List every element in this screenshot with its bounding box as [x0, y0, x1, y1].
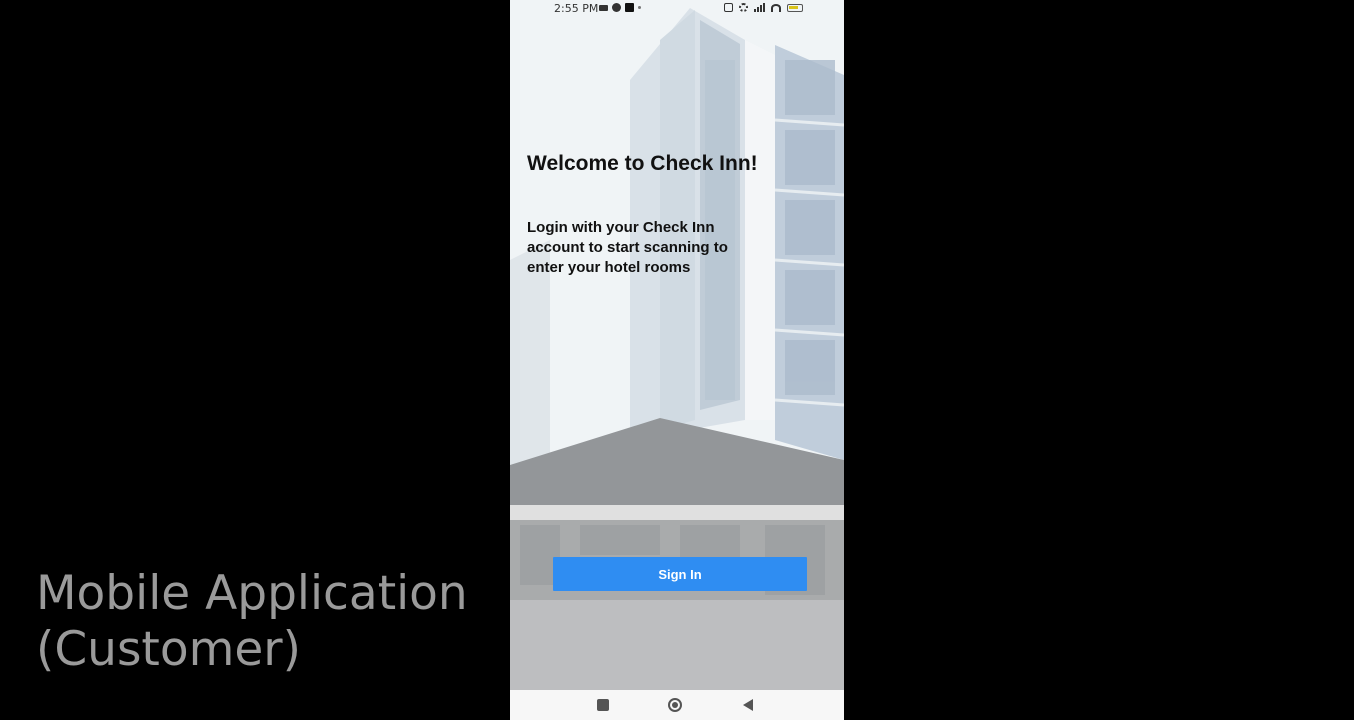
recent-apps-icon[interactable] — [597, 699, 609, 711]
status-system-icons — [724, 3, 803, 12]
signal-icon — [754, 3, 765, 12]
status-time: 2:55 PM — [554, 2, 599, 15]
sign-in-button[interactable]: Sign In — [553, 557, 807, 591]
wifi-icon — [771, 3, 781, 12]
video-record-icon — [599, 4, 608, 11]
screenshot-icon — [724, 3, 733, 12]
android-nav-bar — [510, 690, 844, 720]
login-instructions: Login with your Check Inn account to sta… — [527, 219, 728, 276]
welcome-title: Welcome to Check Inn! — [527, 152, 758, 175]
app-badge-icon — [625, 3, 634, 12]
status-bar: 2:55 PM — [510, 0, 844, 16]
video-caption: Mobile Application (Customer) — [36, 566, 468, 678]
battery-icon — [787, 3, 803, 12]
alarm-icon — [739, 3, 748, 12]
hotel-background-image — [510, 0, 844, 720]
app-notification-icon — [612, 3, 621, 12]
caption-line-1: Mobile Application — [36, 566, 468, 621]
back-icon[interactable] — [743, 699, 753, 711]
home-icon[interactable] — [668, 698, 682, 712]
status-notification-icons — [599, 3, 641, 12]
caption-line-2: (Customer) — [36, 622, 301, 677]
more-notifications-icon — [638, 6, 641, 9]
phone-screen: 2:55 PM Welcome to Check Inn! Login with… — [510, 0, 844, 720]
